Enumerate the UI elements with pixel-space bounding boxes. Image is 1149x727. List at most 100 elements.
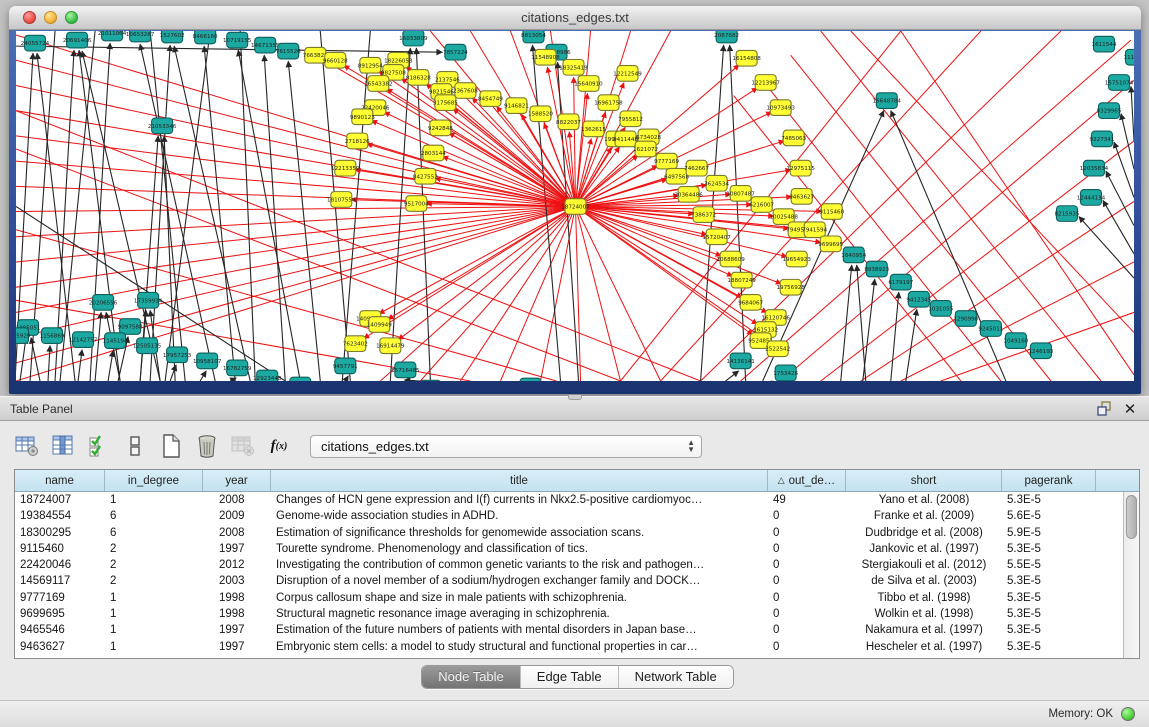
cell-name[interactable]: 22420046 bbox=[15, 557, 105, 573]
cell-name[interactable]: 19384554 bbox=[15, 508, 105, 524]
cell-pagerank[interactable]: 5.3E-5 bbox=[1002, 590, 1096, 606]
select-all-icon[interactable] bbox=[86, 433, 112, 459]
cell-name[interactable]: 9465546 bbox=[15, 622, 105, 638]
cell-out_de[interactable]: 0 bbox=[768, 525, 846, 541]
cell-in_degree[interactable]: 2 bbox=[105, 541, 203, 557]
column-header-pagerank[interactable]: pagerank bbox=[1002, 470, 1096, 491]
cell-out_de[interactable]: 0 bbox=[768, 639, 846, 655]
cell-pagerank[interactable]: 5.3E-5 bbox=[1002, 622, 1096, 638]
minimize-window-icon[interactable] bbox=[44, 11, 57, 24]
column-header-title[interactable]: title bbox=[271, 470, 768, 491]
cell-pagerank[interactable]: 5.3E-5 bbox=[1002, 541, 1096, 557]
cell-title[interactable]: Structural magnetic resonance image aver… bbox=[271, 606, 768, 622]
table-row[interactable]: 1938455462009Genome-wide association stu… bbox=[15, 508, 1139, 524]
cell-out_de[interactable]: 0 bbox=[768, 590, 846, 606]
cell-out_de[interactable]: 0 bbox=[768, 541, 846, 557]
table-select-dropdown[interactable]: citations_edges.txt ▲▼ bbox=[310, 435, 702, 458]
select-columns-icon[interactable] bbox=[50, 433, 76, 459]
cell-title[interactable]: Disruption of a novel member of a sodium… bbox=[271, 573, 768, 589]
cell-in_degree[interactable]: 1 bbox=[105, 639, 203, 655]
cell-title[interactable]: Changes of HCN gene expression and I(f) … bbox=[271, 492, 768, 508]
table-row[interactable]: 946554611997Estimation of the future num… bbox=[15, 622, 1139, 638]
splitter-grip[interactable] bbox=[568, 395, 582, 400]
cell-in_degree[interactable]: 1 bbox=[105, 492, 203, 508]
cell-year[interactable]: 2003 bbox=[203, 573, 271, 589]
new-file-icon[interactable] bbox=[158, 433, 184, 459]
cell-year[interactable]: 1998 bbox=[203, 590, 271, 606]
close-icon[interactable]: ✕ bbox=[1121, 400, 1139, 418]
tab-node-table[interactable]: Node Table bbox=[422, 666, 521, 688]
cell-name[interactable]: 9115460 bbox=[15, 541, 105, 557]
cell-title[interactable]: Investigating the contribution of common… bbox=[271, 557, 768, 573]
cell-short[interactable]: Franke et al. (2009) bbox=[846, 508, 1002, 524]
table-row[interactable]: 911546021997Tourette syndrome. Phenomeno… bbox=[15, 541, 1139, 557]
cell-name[interactable]: 9699695 bbox=[15, 606, 105, 622]
cell-out_de[interactable]: 0 bbox=[768, 606, 846, 622]
cell-short[interactable]: Wolkin et al. (1998) bbox=[846, 606, 1002, 622]
cell-in_degree[interactable]: 1 bbox=[105, 606, 203, 622]
vertical-scrollbar[interactable] bbox=[1123, 492, 1139, 658]
cell-year[interactable]: 2008 bbox=[203, 525, 271, 541]
cell-title[interactable]: Tourette syndrome. Phenomenology and cla… bbox=[271, 541, 768, 557]
table-row[interactable]: 969969511998Structural magnetic resonanc… bbox=[15, 606, 1139, 622]
cell-pagerank[interactable]: 5.5E-5 bbox=[1002, 557, 1096, 573]
cell-short[interactable]: Yano et al. (2008) bbox=[846, 492, 1002, 508]
cell-short[interactable]: Dudbridge et al. (2008) bbox=[846, 525, 1002, 541]
cell-short[interactable]: Stergiakouli et al. (2012) bbox=[846, 557, 1002, 573]
cell-title[interactable]: Embryonic stem cells: a model to study s… bbox=[271, 639, 768, 655]
cell-in_degree[interactable]: 2 bbox=[105, 573, 203, 589]
cell-out_de[interactable]: 0 bbox=[768, 508, 846, 524]
cell-pagerank[interactable]: 5.3E-5 bbox=[1002, 639, 1096, 655]
cell-out_de[interactable]: 49 bbox=[768, 492, 846, 508]
graph-node[interactable] bbox=[520, 378, 541, 381]
graph-node[interactable] bbox=[290, 377, 311, 381]
column-header-in_degree[interactable]: in_degree bbox=[105, 470, 203, 491]
cell-year[interactable]: 2012 bbox=[203, 557, 271, 573]
row-height-icon[interactable] bbox=[122, 433, 148, 459]
cell-in_degree[interactable]: 2 bbox=[105, 557, 203, 573]
column-header-out_de[interactable]: △out_de… bbox=[768, 470, 846, 491]
table-row[interactable]: 946362711997Embryonic stem cells: a mode… bbox=[15, 639, 1139, 655]
cell-out_de[interactable]: 0 bbox=[768, 622, 846, 638]
cell-name[interactable]: 18724007 bbox=[15, 492, 105, 508]
cell-out_de[interactable]: 0 bbox=[768, 557, 846, 573]
cell-title[interactable]: Estimation of the future numbers of pati… bbox=[271, 622, 768, 638]
cell-pagerank[interactable]: 5.9E-5 bbox=[1002, 525, 1096, 541]
tab-edge-table[interactable]: Edge Table bbox=[521, 666, 619, 688]
cell-out_de[interactable]: 0 bbox=[768, 573, 846, 589]
float-window-icon[interactable] bbox=[1095, 400, 1113, 418]
column-header-name[interactable]: name bbox=[15, 470, 105, 491]
cell-title[interactable]: Corpus callosum shape and size in male p… bbox=[271, 590, 768, 606]
cell-in_degree[interactable]: 6 bbox=[105, 508, 203, 524]
cell-year[interactable]: 1997 bbox=[203, 639, 271, 655]
table-row[interactable]: 977716911998Corpus callosum shape and si… bbox=[15, 590, 1139, 606]
cell-pagerank[interactable]: 5.3E-5 bbox=[1002, 573, 1096, 589]
tab-network-table[interactable]: Network Table bbox=[619, 666, 733, 688]
table-row[interactable]: 1830029562008Estimation of significance … bbox=[15, 525, 1139, 541]
table-row[interactable]: 1872400712008Changes of HCN gene express… bbox=[15, 492, 1139, 508]
close-window-icon[interactable] bbox=[23, 11, 36, 24]
delete-file-icon[interactable] bbox=[194, 433, 220, 459]
cell-name[interactable]: 18300295 bbox=[15, 525, 105, 541]
network-window-titlebar[interactable]: citations_edges.txt bbox=[9, 6, 1141, 30]
cell-year[interactable]: 1997 bbox=[203, 541, 271, 557]
column-header-year[interactable]: year bbox=[203, 470, 271, 491]
cell-short[interactable]: Nakamura et al. (1997) bbox=[846, 622, 1002, 638]
cell-short[interactable]: Jankovic et al. (1997) bbox=[846, 541, 1002, 557]
zoom-window-icon[interactable] bbox=[65, 11, 78, 24]
cell-title[interactable]: Genome-wide association studies in ADHD. bbox=[271, 508, 768, 524]
cell-pagerank[interactable]: 5.3E-5 bbox=[1002, 492, 1096, 508]
cell-name[interactable]: 9463627 bbox=[15, 639, 105, 655]
cell-pagerank[interactable]: 5.6E-5 bbox=[1002, 508, 1096, 524]
cell-short[interactable]: Hescheler et al. (1997) bbox=[846, 639, 1002, 655]
cell-in_degree[interactable]: 1 bbox=[105, 590, 203, 606]
cell-short[interactable]: Tibbo et al. (1998) bbox=[846, 590, 1002, 606]
table-settings-icon[interactable] bbox=[14, 433, 40, 459]
cell-name[interactable]: 14569117 bbox=[15, 573, 105, 589]
cell-year[interactable]: 2008 bbox=[203, 492, 271, 508]
cell-pagerank[interactable]: 5.3E-5 bbox=[1002, 606, 1096, 622]
graph-node[interactable] bbox=[420, 380, 441, 381]
function-builder-icon[interactable]: f(x) bbox=[266, 433, 292, 459]
cell-title[interactable]: Estimation of significance thresholds fo… bbox=[271, 525, 768, 541]
cell-year[interactable]: 1998 bbox=[203, 606, 271, 622]
